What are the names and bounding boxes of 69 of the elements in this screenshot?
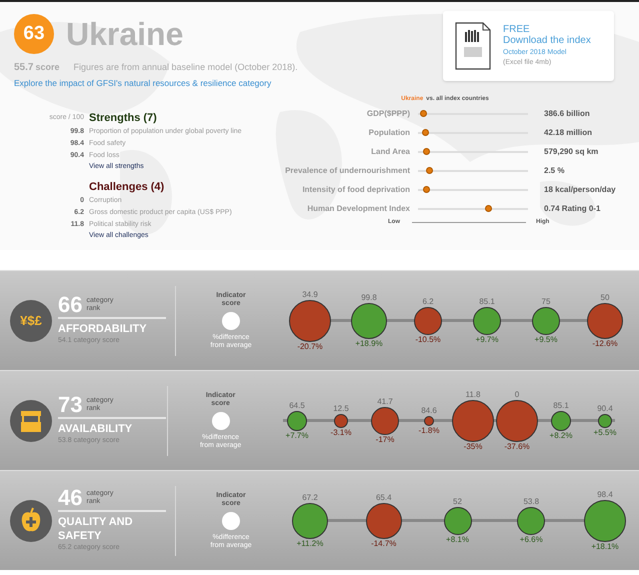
- difference-value: +6.6%: [520, 534, 543, 544]
- difference-value: +18.1%: [591, 542, 619, 552]
- indicator-score: 65.4: [376, 492, 392, 502]
- comparison-label: Prevalence of undernourishment: [284, 164, 410, 176]
- category-rank: 46: [58, 487, 82, 510]
- indicator-score: 53.8: [523, 496, 540, 506]
- difference-value: -20.7%: [297, 342, 323, 352]
- comparison-label: GDP($PPP): [366, 108, 410, 120]
- indicator-score: 75: [542, 296, 550, 306]
- apple-icon: [10, 500, 52, 542]
- difference-value: -10.5%: [415, 334, 441, 344]
- difference-value: -1.8%: [418, 426, 440, 436]
- difference-value: +11.2%: [296, 538, 324, 548]
- download-title: Download the index: [503, 34, 591, 46]
- difference-value: +8.1%: [446, 534, 469, 544]
- category-name: AFFORDABILITY: [58, 322, 148, 336]
- comparison-value: 2.5 %: [544, 164, 564, 176]
- indicator-score: 98.4: [597, 490, 613, 500]
- comparison-label: Human Development Index: [306, 202, 410, 214]
- indicator-score: 34.9: [302, 290, 318, 300]
- challenges-title: Challenges (4): [89, 180, 164, 195]
- difference-value: -12.6%: [592, 338, 618, 348]
- strengths-title: Strengths (7): [89, 110, 157, 126]
- currency-icon: ¥$£: [10, 300, 52, 342]
- indicator-score: 64.5: [289, 400, 305, 410]
- category-rank: 73: [58, 394, 82, 416]
- difference-value: +18.9%: [355, 338, 383, 348]
- spreadsheet-file-icon: [455, 22, 491, 70]
- difference-value: +9.5%: [534, 334, 558, 344]
- difference-value: -3.1%: [330, 428, 352, 438]
- indicator-score: 67.2: [302, 492, 318, 502]
- score-label: score: [35, 61, 60, 74]
- difference-value: +9.7%: [476, 334, 498, 344]
- free-label: FREE: [503, 24, 531, 34]
- difference-value: -14.7%: [371, 538, 396, 548]
- indicator-score: 41.7: [377, 396, 393, 406]
- indicator-score: 6.2: [422, 296, 434, 306]
- indicator-score: 11.8: [466, 390, 480, 400]
- indicator-score: 85.1: [479, 296, 495, 306]
- comparison-value: 386.6 billion: [544, 108, 590, 120]
- difference-value: +5.5%: [594, 428, 616, 438]
- indicator-score: 50: [600, 292, 610, 302]
- indicator-score: 12.5: [333, 404, 349, 414]
- overall-score: 55.7: [14, 61, 34, 75]
- market-stall-icon: [10, 400, 52, 442]
- indicator-score: 84.6: [421, 406, 437, 416]
- comparison-label: Land Area: [370, 146, 410, 158]
- comparison-label: Intensity of food deprivation: [301, 184, 410, 196]
- category-name: AVAILABILITY: [58, 422, 134, 436]
- country-title: Ukraine: [66, 18, 184, 50]
- indicator-score: 0: [514, 390, 520, 400]
- difference-value: +7.7%: [286, 430, 308, 440]
- comparison-value: 579,290 sq km: [544, 146, 598, 158]
- category-rank: 66: [58, 294, 82, 316]
- difference-value: -17%: [376, 434, 394, 444]
- indicator-score: 52: [453, 496, 462, 506]
- indicator-score: 85.1: [553, 400, 569, 410]
- comparison-value: 42.18 million: [544, 126, 592, 138]
- difference-value: +8.2%: [550, 430, 572, 440]
- indicator-score: 90.4: [597, 404, 613, 414]
- comparison-value: 18 kcal/person/day: [544, 184, 616, 196]
- rank-badge: 63: [14, 14, 54, 54]
- category-name: QUALITY AND SAFETY: [58, 515, 134, 544]
- comparison-value: 0.74 Rating 0-1: [544, 202, 600, 214]
- model-note: Figures are from annual baseline model (October 2018).: [74, 61, 298, 74]
- difference-value: -35%: [464, 442, 482, 452]
- difference-value: -37.6%: [504, 442, 530, 452]
- indicator-score: 99.8: [361, 292, 377, 302]
- comparison-label: Population: [368, 126, 410, 138]
